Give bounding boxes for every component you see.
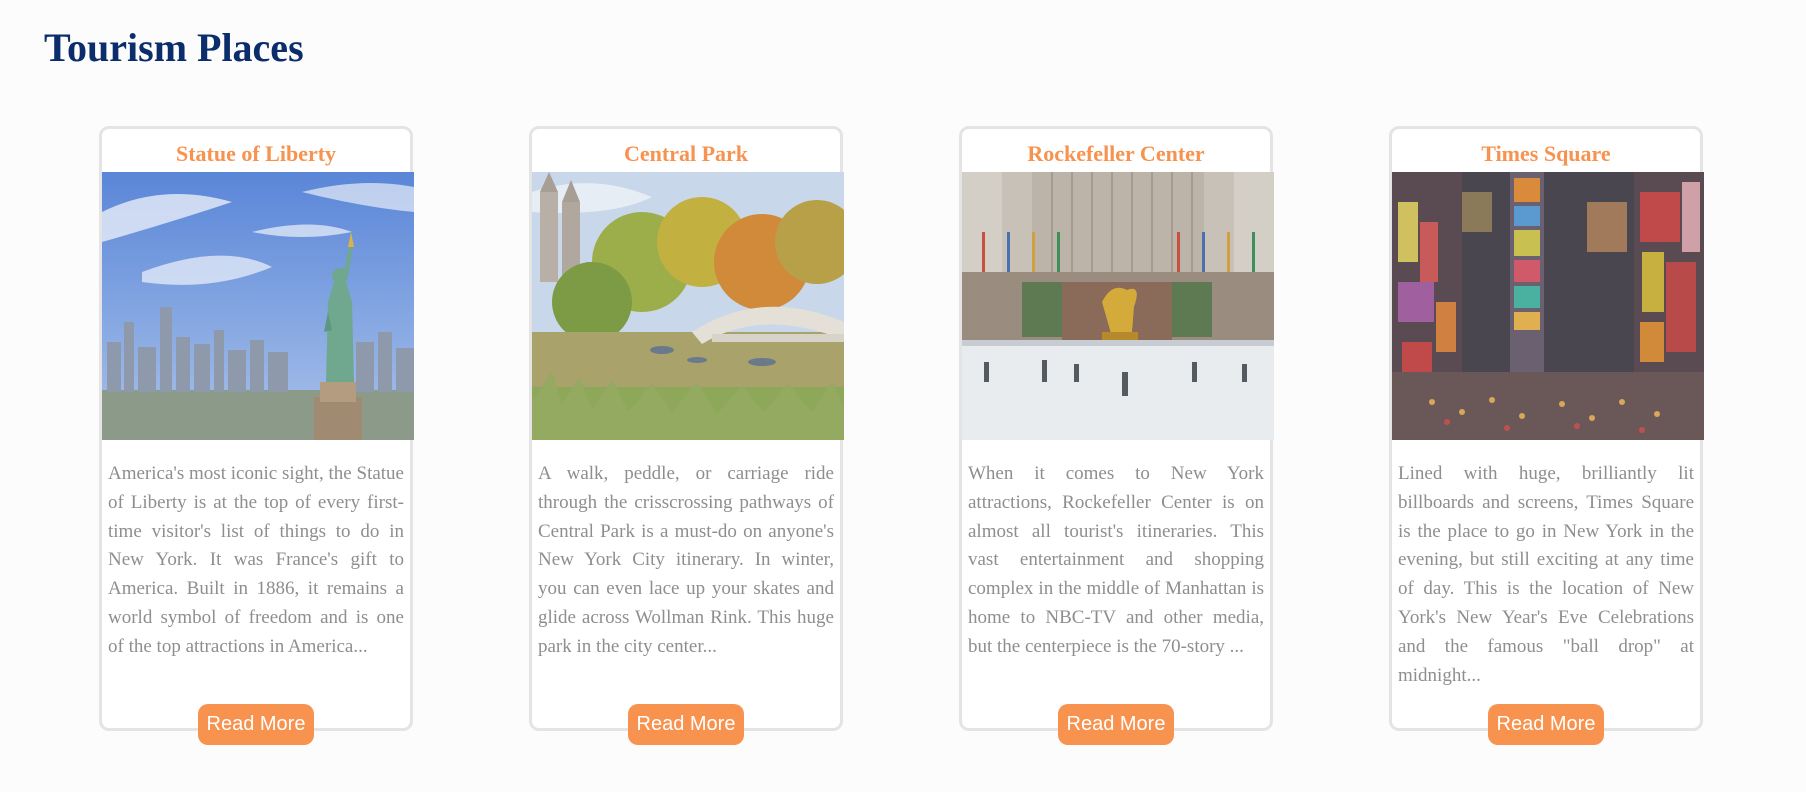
read-more-button[interactable]: Read More bbox=[628, 704, 744, 745]
card-title: Times Square bbox=[1481, 141, 1611, 166]
place-card-statue-of-liberty: Statue of Liberty America's most iconic … bbox=[99, 126, 414, 745]
card-description: When it comes to New York attractions, R… bbox=[968, 463, 1264, 657]
times-square-image bbox=[1392, 172, 1704, 440]
card-description: A walk, peddle, or carriage ride through… bbox=[538, 463, 834, 657]
place-card-rockefeller-center: Rockefeller Center When it comes to New … bbox=[959, 126, 1274, 745]
card-title: Rockefeller Center bbox=[1027, 141, 1205, 166]
central-park-image bbox=[532, 172, 844, 440]
statue-of-liberty-image bbox=[102, 172, 414, 440]
card-description: America's most iconic sight, the Statue … bbox=[108, 463, 404, 657]
card-title: Central Park bbox=[623, 141, 749, 166]
places-grid: Statue of Liberty America's most iconic … bbox=[0, 126, 1806, 745]
place-card-times-square: Times Square Lined with huge, brilliantl… bbox=[1389, 126, 1704, 745]
card-title: Statue of Liberty bbox=[175, 141, 337, 166]
read-more-button[interactable]: Read More bbox=[1058, 704, 1174, 745]
rockefeller-center-image bbox=[962, 172, 1274, 440]
place-card-central-park: Central Park A walk, peddle, or carriage… bbox=[529, 126, 844, 745]
card-description: Lined with huge, brilliantly lit billboa… bbox=[1398, 463, 1694, 686]
read-more-button[interactable]: Read More bbox=[198, 704, 314, 745]
page-title: Tourism Places bbox=[44, 25, 304, 70]
read-more-button[interactable]: Read More bbox=[1488, 704, 1604, 745]
